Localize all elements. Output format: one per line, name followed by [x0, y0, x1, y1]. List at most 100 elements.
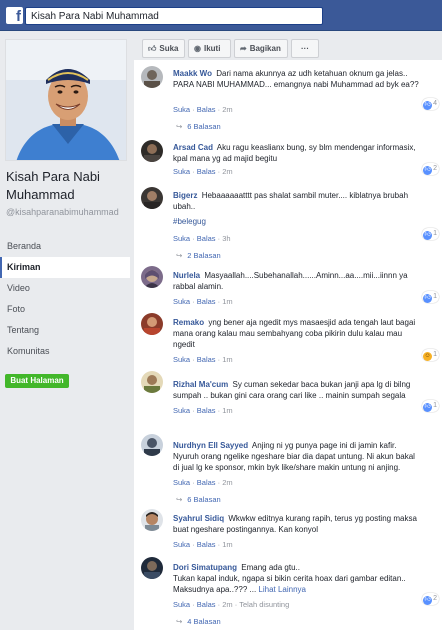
avatar[interactable]	[141, 140, 163, 162]
avatar[interactable]	[141, 371, 163, 393]
comment-time[interactable]: 1m	[222, 297, 232, 306]
comment-reply-link[interactable]: Balas	[197, 234, 216, 243]
reaction-count-value: 4	[433, 100, 437, 107]
nav-item-beranda[interactable]: Beranda	[0, 236, 130, 257]
create-page-button[interactable]: Buat Halaman	[5, 374, 69, 388]
separator: ·	[192, 406, 195, 415]
search-input[interactable]: Kisah Para Nabi Muhammad	[25, 7, 323, 25]
comment-hashtag[interactable]: #belegug	[173, 217, 206, 226]
comment-like-link[interactable]: Suka	[173, 600, 190, 609]
separator: ·	[192, 600, 195, 609]
comment-author[interactable]: Dori Simatupang	[173, 563, 237, 572]
avatar[interactable]	[141, 509, 163, 531]
comment-body: Dori Simatupang Emang ada gtu..	[173, 562, 423, 573]
avatar[interactable]	[141, 557, 163, 579]
comment-like-link[interactable]: Suka	[173, 297, 190, 306]
nav-item-foto[interactable]: Foto	[0, 299, 130, 320]
more-options-button[interactable]: ···	[291, 39, 319, 58]
separator: ·	[217, 540, 221, 549]
see-more-link[interactable]: Lihat Lainnya	[258, 585, 306, 594]
reaction-count[interactable]: 👍︎ 4	[422, 98, 439, 110]
comment-reply-link[interactable]: Balas	[197, 406, 216, 415]
share-arrow-icon: ➦	[240, 44, 247, 53]
page-sidebar: Kisah Para Nabi Muhammad @kisahparanabim…	[0, 31, 134, 630]
avatar[interactable]	[141, 187, 163, 209]
page-title[interactable]: Kisah Para Nabi Muhammad	[6, 168, 130, 204]
reply-arrow-icon: ↪	[176, 122, 183, 131]
follow-page-button[interactable]: ◉ Ikuti	[188, 39, 231, 58]
avatar[interactable]	[141, 66, 163, 88]
comment-time[interactable]: 2m	[222, 478, 232, 487]
comment-author[interactable]: Maakk Wo	[173, 69, 212, 78]
avatar[interactable]	[141, 434, 163, 456]
comment-author[interactable]: Syahrul Sidiq	[173, 514, 224, 523]
comment-author[interactable]: Nurlela	[173, 271, 200, 280]
nav-item-kiriman[interactable]: Kiriman	[0, 257, 130, 278]
reaction-count[interactable]: 👍︎ 2	[422, 593, 439, 605]
comment-time[interactable]: 3h	[222, 234, 230, 243]
comment-like-link[interactable]: Suka	[173, 234, 190, 243]
avatar[interactable]	[141, 313, 163, 335]
comment-author[interactable]: Nurdhyn Ell Sayyed	[173, 441, 248, 450]
comment-author[interactable]: Bigerz	[173, 191, 197, 200]
like-page-button[interactable]: 👍︎ Suka	[142, 39, 185, 58]
replies-count: 6 Balasan	[187, 495, 221, 504]
comment-like-link[interactable]: Suka	[173, 167, 190, 176]
comment-reply-link[interactable]: Balas	[197, 600, 216, 609]
like-reaction-icon: 👍︎	[423, 403, 433, 412]
separator: ·	[192, 297, 195, 306]
share-page-button[interactable]: ➦ Bagikan	[234, 39, 288, 58]
comment-body: Nurlela Masyaallah....Subehanallah......…	[173, 270, 423, 292]
comment-time[interactable]: 2m	[222, 167, 232, 176]
user-photo-icon	[141, 66, 163, 88]
comment-time[interactable]: 1m	[222, 540, 232, 549]
reaction-count[interactable]: 👍︎ 1	[422, 228, 439, 240]
comment-time[interactable]: 1m	[222, 406, 232, 415]
page-handle[interactable]: @kisahparanabimuhammad	[6, 207, 130, 218]
comment-time[interactable]: 2m	[222, 600, 232, 609]
comment-like-link[interactable]: Suka	[173, 540, 190, 549]
view-replies-link[interactable]: ↪ 6 Balasan	[176, 495, 221, 504]
reaction-count[interactable]: 👍︎ 2	[422, 163, 439, 175]
comment-meta: Suka · Balas · 2m · Telah disunting	[173, 600, 289, 609]
comment-reply-link[interactable]: Balas	[197, 478, 216, 487]
user-photo-icon	[141, 266, 163, 288]
separator: ·	[192, 540, 195, 549]
edited-label[interactable]: Telah disunting	[239, 600, 289, 609]
facebook-logo-icon[interactable]: f	[6, 7, 23, 24]
comment-time[interactable]: 2m	[222, 105, 232, 114]
comment-like-link[interactable]: Suka	[173, 355, 190, 364]
reaction-count[interactable]: ☺ 1	[422, 349, 439, 361]
view-replies-link[interactable]: ↪ 6 Balasan	[176, 122, 221, 131]
comment-author[interactable]: Rizhal Ma'cum	[173, 380, 228, 389]
nav-item-video[interactable]: Video	[0, 278, 130, 299]
comment-time[interactable]: 1m	[222, 355, 232, 364]
comment-reply-link[interactable]: Balas	[197, 355, 216, 364]
like-reaction-icon: 👍︎	[423, 596, 433, 605]
comment-reply-link[interactable]: Balas	[197, 540, 216, 549]
nav-item-komunitas[interactable]: Komunitas	[0, 341, 130, 362]
view-replies-link[interactable]: ↪ 4 Balasan	[176, 617, 221, 626]
comment-reply-link[interactable]: Balas	[197, 167, 216, 176]
view-replies-link[interactable]: ↪ 2 Balasan	[176, 251, 221, 260]
reaction-count[interactable]: 👍︎ 1	[422, 291, 439, 303]
comment-meta: Suka · Balas · 1m	[173, 406, 233, 415]
separator: ·	[217, 297, 221, 306]
comment-like-link[interactable]: Suka	[173, 406, 190, 415]
comment-like-link[interactable]: Suka	[173, 478, 190, 487]
comment-body: Remako yng bener aja ngedit mys masaesji…	[173, 317, 423, 350]
comment-reply-link[interactable]: Balas	[197, 297, 216, 306]
comment-like-link[interactable]: Suka	[173, 105, 190, 114]
avatar[interactable]	[141, 266, 163, 288]
share-page-label: Bagikan	[249, 44, 281, 53]
profile-picture[interactable]	[5, 39, 127, 161]
comment-reply-link[interactable]: Balas	[197, 105, 216, 114]
comment-author[interactable]: Arsad Cad	[173, 143, 213, 152]
user-photo-icon	[141, 140, 163, 162]
comment-text: Hebaaaaaatttt pas shalat sambil muter...…	[173, 191, 409, 211]
comment-author[interactable]: Remako	[173, 318, 204, 327]
like-reaction-icon: 👍︎	[423, 231, 433, 240]
nav-item-tentang[interactable]: Tentang	[0, 320, 130, 341]
reaction-count-value: 2	[433, 595, 437, 602]
reaction-count[interactable]: 👍︎ 1	[422, 400, 439, 412]
